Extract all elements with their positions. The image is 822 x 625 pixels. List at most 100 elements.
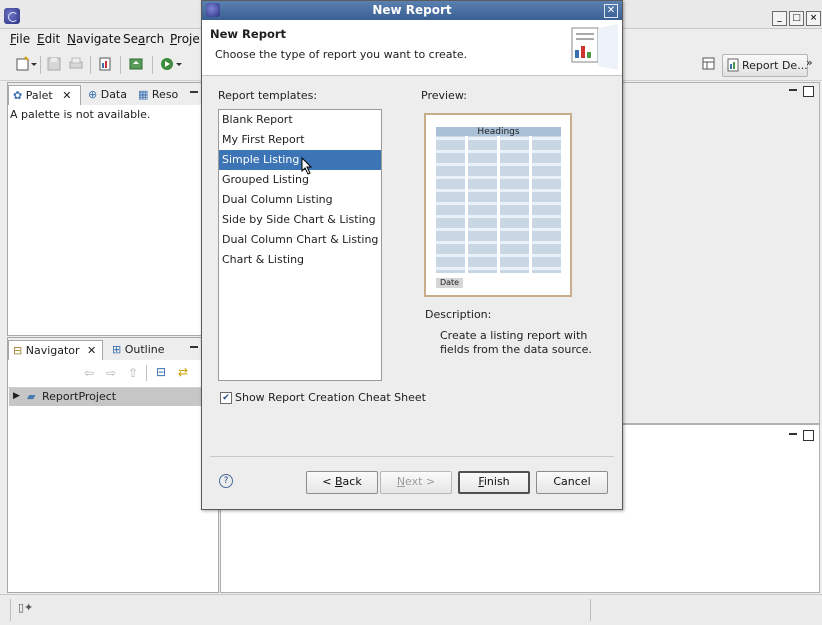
template-chart-listing[interactable]: Chart & Listing — [219, 250, 381, 270]
link-with-editor-icon[interactable]: ⇄ — [178, 365, 188, 379]
preview-column — [436, 127, 465, 273]
close-tab-icon[interactable]: ✕ — [62, 89, 71, 102]
perspective-overflow-icon[interactable]: » — [806, 56, 813, 69]
report-design-icon — [727, 58, 739, 72]
dialog-close-button[interactable]: ✕ — [604, 4, 618, 18]
dialog-title: New Report — [372, 3, 452, 17]
template-dual-column-listing[interactable]: Dual Column Listing — [219, 190, 381, 210]
eclipse-app-icon — [4, 8, 20, 24]
description-line: Create a listing report with — [440, 329, 588, 342]
toolbar-separator — [90, 56, 91, 74]
preview-column — [500, 127, 529, 273]
forward-arrow-icon[interactable]: ⇨ — [106, 366, 116, 380]
tab-palette-label: Palet — [25, 89, 53, 102]
toolbar-separator — [40, 56, 41, 74]
new-icon[interactable] — [16, 56, 37, 72]
preview-label: Preview: — [421, 89, 467, 102]
report-templates-label: Report templates: — [218, 89, 318, 102]
palette-tab-row: ✿ Palet ✕ ⊕ Data ▦ Reso — [8, 83, 218, 105]
cheat-sheet-label[interactable]: Show Report Creation Cheat Sheet — [235, 391, 426, 404]
template-blank-report[interactable]: Blank Report — [219, 110, 381, 130]
data-explorer-icon: ⊕ — [88, 88, 98, 101]
template-preview-image: Headings Date — [424, 113, 572, 297]
status-separator — [590, 599, 591, 621]
resource-explorer-icon: ▦ — [138, 88, 149, 101]
status-bar: ▯✦ — [0, 594, 822, 625]
toolbar-separator — [120, 56, 121, 74]
maximize-window-button[interactable]: □ — [789, 11, 804, 26]
cheat-sheet-checkbox[interactable]: ✔ — [220, 392, 232, 404]
fast-view-icon[interactable]: ▯✦ — [18, 601, 33, 614]
tab-navigator[interactable]: ⊟ Navigator ✕ — [8, 340, 103, 360]
dialog-header-subtitle: Choose the type of report you want to cr… — [215, 48, 468, 61]
dialog-separator — [210, 456, 614, 457]
expand-triangle-icon[interactable]: ▶ — [13, 391, 20, 401]
open-perspective-icon[interactable] — [702, 57, 716, 74]
close-window-button[interactable]: × — [806, 11, 821, 26]
new-report-dialog: New Report ✕ New Report Choose the type … — [201, 0, 623, 510]
dialog-titlebar: New Report ✕ — [202, 1, 622, 20]
tab-data[interactable]: ⊕ Data — [88, 85, 136, 104]
minimize-panel-icon[interactable] — [789, 433, 797, 435]
menu-edit[interactable]: Edit — [37, 32, 60, 46]
menu-file[interactable]: File — [10, 32, 30, 46]
dialog-header: New Report Choose the type of report you… — [202, 20, 622, 76]
run-report-icon[interactable] — [160, 56, 182, 72]
mouse-cursor-icon — [301, 156, 313, 178]
close-tab-icon[interactable]: ✕ — [87, 344, 96, 357]
description-label: Description: — [425, 308, 492, 321]
template-grouped-listing[interactable]: Grouped Listing — [219, 170, 381, 190]
preview-column — [532, 127, 561, 273]
palette-panel: ✿ Palet ✕ ⊕ Data ▦ Reso A palette is not… — [7, 82, 219, 336]
collapse-all-icon[interactable]: ⊟ — [156, 365, 166, 379]
maximize-editor-icon[interactable] — [803, 86, 814, 97]
tab-navigator-label: Navigator — [25, 344, 80, 357]
menu-search[interactable]: Search — [123, 32, 164, 46]
cancel-button[interactable]: Cancel — [536, 471, 608, 494]
eclipse-app-icon — [206, 3, 220, 17]
navigator-icon: ⊟ — [13, 344, 23, 357]
tab-resource[interactable]: ▦ Reso — [138, 85, 188, 104]
project-folder-icon: ▰ — [27, 390, 36, 403]
template-side-by-side-chart-listing[interactable]: Side by Side Chart & Listing — [219, 210, 381, 230]
navigator-tab-row: ⊟ Navigator ✕ ⊞ Outline — [8, 338, 218, 360]
tab-outline[interactable]: ⊞ Outline — [112, 340, 172, 359]
minimize-panel-icon[interactable] — [190, 91, 198, 93]
print-icon[interactable] — [68, 56, 84, 72]
menu-project[interactable]: Proje — [170, 32, 200, 46]
toolbar-separator — [152, 56, 153, 74]
perspective-switcher: Report De... » — [700, 54, 814, 77]
save-icon[interactable] — [46, 56, 62, 72]
preview-column — [468, 127, 497, 273]
palette-empty-message: A palette is not available. — [10, 108, 151, 121]
minimize-panel-icon[interactable] — [190, 346, 198, 348]
up-folder-icon[interactable]: ⇧ — [128, 366, 138, 380]
menu-navigate[interactable]: Navigate — [67, 32, 121, 46]
tab-palette[interactable]: ✿ Palet ✕ — [8, 85, 81, 105]
perspective-label: Report De... — [742, 59, 808, 72]
report-templates-list[interactable]: Blank Report My First Report Simple List… — [218, 109, 382, 381]
maximize-panel-icon[interactable] — [803, 430, 814, 441]
tab-resource-label: Reso — [151, 88, 179, 101]
report-wizard-icon[interactable] — [97, 56, 113, 72]
tab-data-label: Data — [100, 88, 127, 101]
back-arrow-icon[interactable]: ⇦ — [84, 366, 94, 380]
tree-item-reportproject[interactable]: ▶ ▰ ReportProject — [9, 388, 217, 406]
finish-button[interactable]: Finish — [458, 471, 530, 494]
minimize-editor-icon[interactable] — [789, 89, 797, 91]
next-button[interactable]: Next > — [380, 471, 452, 494]
description-text: Create a listing report with fields from… — [440, 329, 592, 357]
preview-footer-label: Date — [436, 278, 463, 288]
palette-icon: ✿ — [13, 89, 23, 102]
minimize-window-button[interactable]: _ — [772, 11, 787, 26]
report-design-perspective-button[interactable]: Report De... — [722, 54, 808, 77]
back-button[interactable]: < Back — [306, 471, 378, 494]
template-my-first-report[interactable]: My First Report — [219, 130, 381, 150]
open-file-icon[interactable] — [128, 56, 144, 72]
template-simple-listing[interactable]: Simple Listing — [219, 150, 381, 170]
template-dual-column-chart-listing[interactable]: Dual Column Chart & Listing — [219, 230, 381, 250]
tree-item-label: ReportProject — [42, 390, 117, 403]
toolbar-separator — [146, 365, 147, 381]
help-icon[interactable]: ? — [219, 474, 233, 488]
status-separator — [10, 599, 11, 621]
